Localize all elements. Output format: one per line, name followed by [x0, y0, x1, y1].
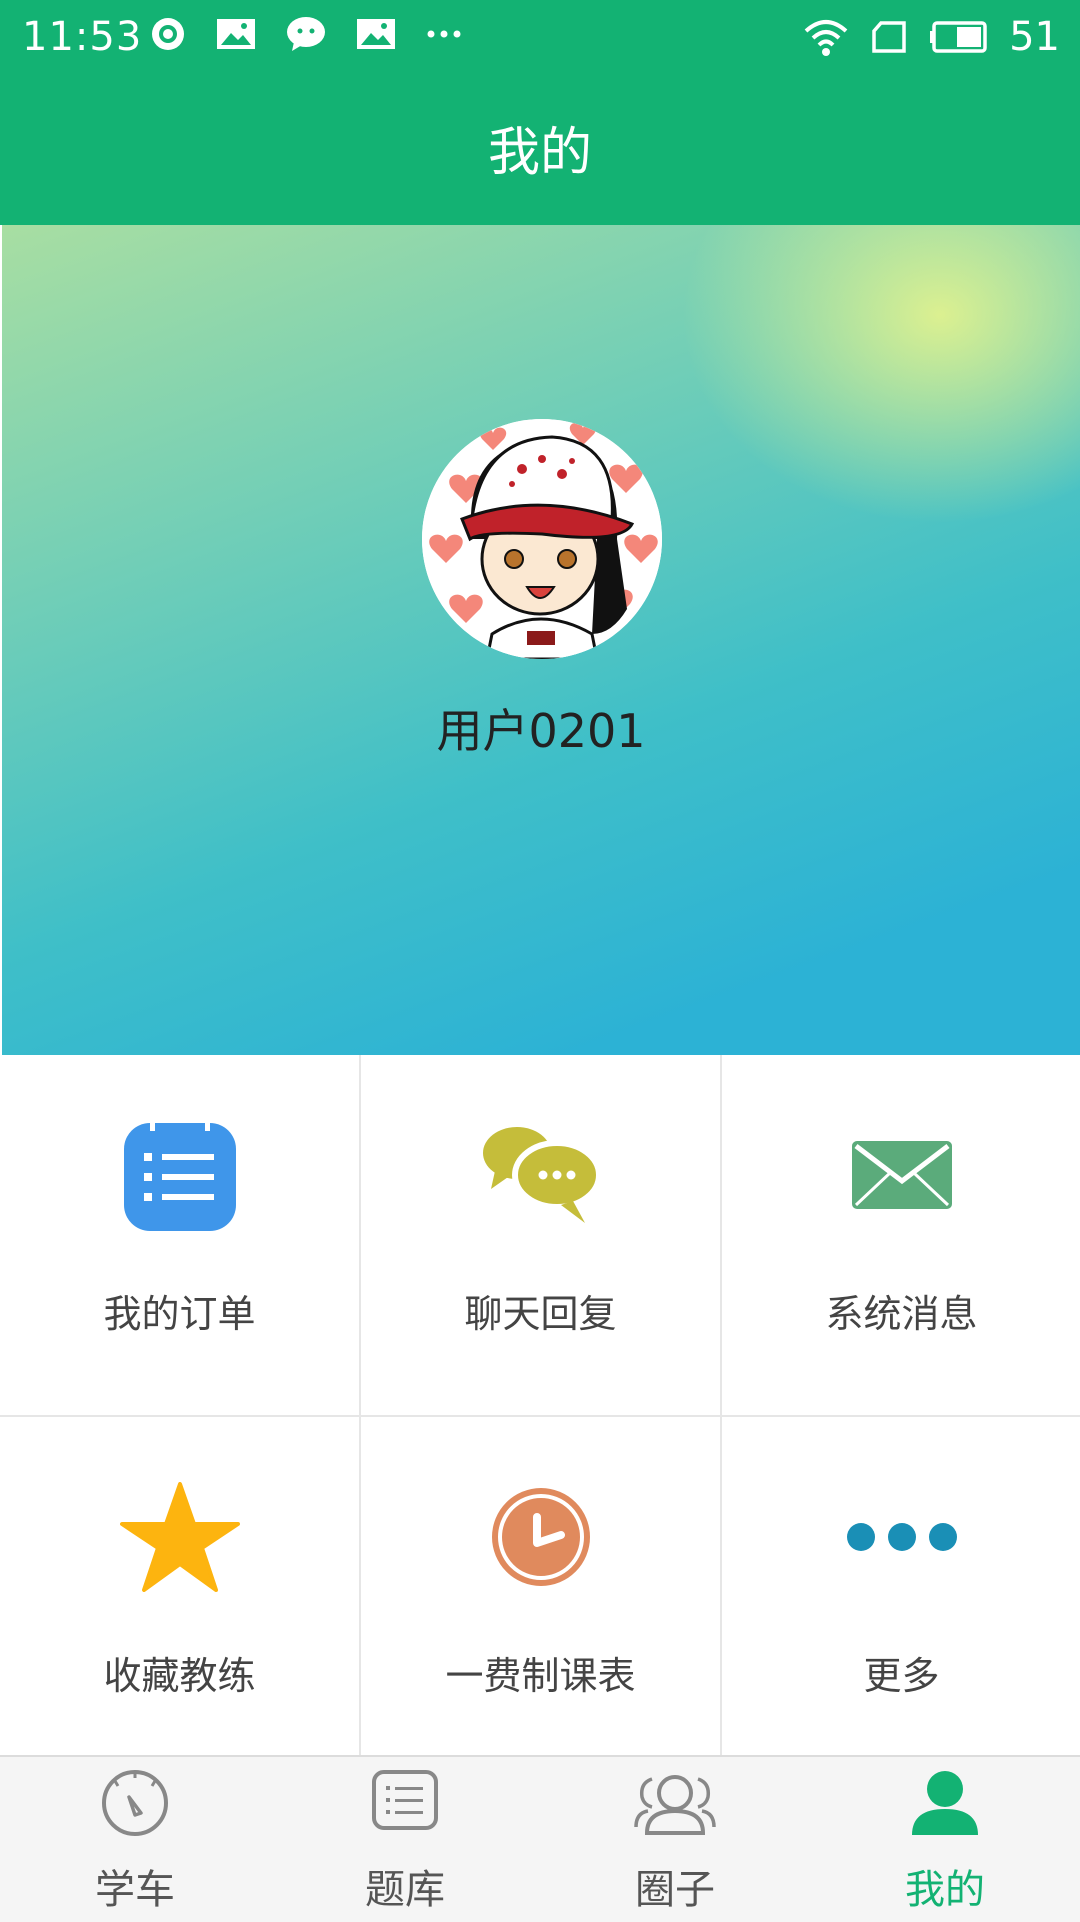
list-icon	[372, 1770, 438, 1830]
tab-question-bank[interactable]: 题库	[270, 1757, 540, 1922]
target-icon	[152, 18, 184, 50]
wifi-icon	[804, 20, 848, 56]
clock-icon	[491, 1488, 590, 1586]
menu-label-messages: 系统消息	[825, 1292, 978, 1336]
menu-item-more[interactable]: 更多	[722, 1417, 1080, 1777]
menu-label-more: 更多	[863, 1654, 940, 1698]
tab-label: 圈子	[635, 1867, 715, 1913]
top-bar: 11:53 51 我的	[0, 0, 1080, 225]
avatar-image	[422, 419, 662, 659]
tab-label: 我的	[905, 1867, 985, 1913]
avatar[interactable]	[422, 419, 662, 659]
username: 用户0201	[436, 704, 646, 758]
tab-learn-driving[interactable]: 学车	[0, 1757, 270, 1922]
bottom-nav: 学车 题库 圈子 我的	[0, 1755, 1080, 1922]
chat-icon	[287, 17, 325, 51]
menu-item-messages[interactable]: 系统消息	[722, 1055, 1080, 1415]
battery-icon	[930, 21, 987, 53]
menu-item-favorites[interactable]: 收藏教练	[0, 1417, 359, 1777]
grid-divider	[0, 1415, 1080, 1417]
menu-label-chat: 聊天回复	[464, 1292, 617, 1336]
grid-divider	[720, 1055, 722, 1755]
menu-item-schedule[interactable]: 一费制课表	[361, 1417, 720, 1777]
tab-label: 题库	[365, 1867, 445, 1913]
orders-icon	[123, 1117, 236, 1231]
sim-icon	[872, 21, 906, 53]
grid-divider	[359, 1055, 361, 1755]
more-icon	[427, 30, 461, 38]
group-icon	[634, 1775, 716, 1835]
person-icon	[912, 1771, 978, 1835]
profile-banner: 用户0201	[2, 225, 1080, 1055]
notification-icons	[150, 16, 462, 52]
menu-grid: 我的订单 聊天回复 系统消息 收藏教练 一费制课表 更多	[0, 1055, 1080, 1755]
status-bar: 11:53 51	[0, 0, 1080, 75]
chat-bubbles-icon	[482, 1127, 601, 1223]
star-icon	[119, 1482, 240, 1592]
battery-percent: 51	[1009, 14, 1060, 60]
menu-label-orders: 我的订单	[103, 1292, 256, 1336]
more-dots-icon	[846, 1523, 957, 1551]
tab-mine[interactable]: 我的	[810, 1757, 1080, 1922]
tab-label: 学车	[95, 1867, 175, 1913]
system-icons: 51	[803, 14, 1060, 60]
envelope-icon	[851, 1141, 952, 1209]
image-icon	[357, 19, 395, 49]
menu-item-chat[interactable]: 聊天回复	[361, 1055, 720, 1415]
menu-label-favorites: 收藏教练	[103, 1654, 256, 1698]
tab-community[interactable]: 圈子	[540, 1757, 810, 1922]
speedometer-icon	[102, 1770, 168, 1836]
menu-item-orders[interactable]: 我的订单	[0, 1055, 359, 1415]
page-title: 我的	[487, 123, 592, 183]
menu-label-schedule: 一费制课表	[445, 1654, 636, 1698]
status-time: 11:53	[22, 14, 143, 60]
image-icon	[217, 19, 255, 49]
